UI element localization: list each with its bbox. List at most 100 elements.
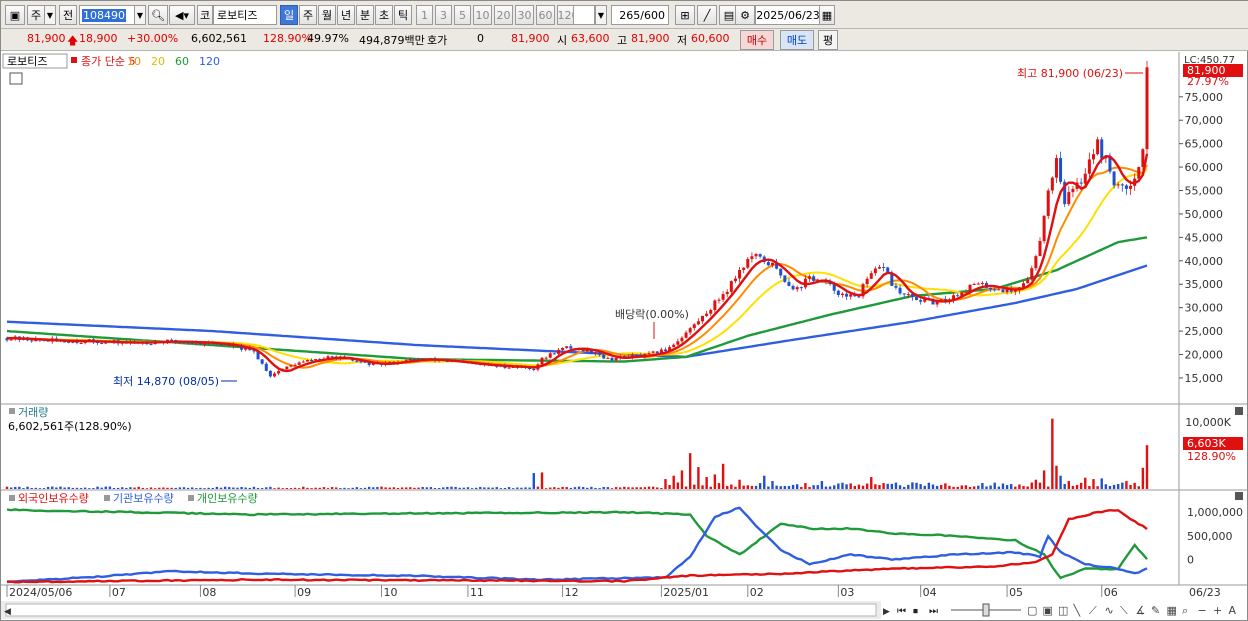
split-icon[interactable]: ◫ — [1058, 604, 1068, 617]
volume-bar — [915, 482, 918, 489]
candle — [705, 313, 709, 316]
volume-bar — [586, 487, 589, 489]
interval-60[interactable]: 60 — [536, 5, 555, 25]
stop-icon[interactable]: ⏹ — [913, 606, 918, 617]
fib-icon[interactable]: ⟋ — [1089, 604, 1097, 617]
eval-button[interactable]: 평 — [818, 30, 838, 50]
search-icon[interactable]: 🔍︎ — [148, 5, 168, 25]
scroll-right-icon[interactable]: ▶ — [883, 607, 890, 617]
calendar-icon[interactable]: ▦ — [819, 5, 835, 25]
x-tick-label: 04 — [923, 586, 937, 599]
buy-button[interactable]: 매수 — [740, 30, 774, 50]
chevron-down-icon[interactable]: ▼ — [44, 5, 56, 25]
interval-5[interactable]: 5 — [454, 5, 471, 25]
draw-icon[interactable]: ∿ — [1105, 604, 1114, 617]
interval-1[interactable]: 1 — [416, 5, 433, 25]
panel-maximize-icon[interactable] — [1235, 407, 1243, 415]
panel-maximize-icon[interactable] — [1235, 492, 1243, 500]
volume-bar — [1079, 482, 1083, 489]
volume-bar — [610, 488, 614, 489]
minus-icon[interactable]: − — [1198, 604, 1207, 617]
volume-bar — [680, 470, 684, 489]
period-2[interactable]: 월 — [318, 5, 336, 25]
volume-bar — [207, 487, 210, 489]
text-icon[interactable]: A — [1229, 604, 1237, 617]
copy-icon[interactable]: ▢ — [1027, 604, 1037, 617]
period-5[interactable]: 초 — [375, 5, 393, 25]
window-icon[interactable]: ▣ — [1043, 604, 1053, 617]
volume-bar — [779, 486, 782, 489]
chevron-down-icon[interactable]: ▼ — [134, 5, 146, 25]
volume-bar — [310, 488, 313, 489]
candle — [795, 287, 799, 290]
speaker-icon[interactable]: ◀▾ — [169, 5, 195, 25]
candle — [651, 351, 655, 353]
low-annotation: 최저 14,870 (08/05) — [113, 375, 219, 388]
prev-button[interactable]: 전 — [59, 5, 77, 25]
market-select[interactable]: 주 — [27, 5, 45, 25]
low-price: 60,600 — [691, 32, 730, 45]
volume-bar — [421, 486, 424, 489]
y-tick-label: 30,000 — [1185, 302, 1224, 315]
hoga-value: 0 — [477, 32, 484, 45]
volume-bar — [923, 485, 926, 489]
period-1[interactable]: 주 — [299, 5, 317, 25]
volume-bar — [948, 485, 951, 489]
interval-10[interactable]: 10 — [473, 5, 492, 25]
stock-chart[interactable]: 75,000 70,000 65,000 60,000 55,000 50,000 45,0… — [1, 52, 1247, 620]
volume-bar — [335, 487, 338, 489]
volume-bar — [516, 487, 519, 489]
code-input[interactable]: 108490 — [79, 5, 135, 25]
sell-button[interactable]: 매도 — [780, 30, 814, 50]
zoom-icon[interactable]: ⊞ — [675, 5, 695, 25]
chevron-down-icon[interactable]: ▼ — [595, 5, 607, 25]
pen-icon[interactable]: ✎ — [1151, 604, 1160, 617]
ownership-legend-0: 외국인보유수량 — [18, 492, 89, 505]
forward-icon[interactable]: ⏭ — [929, 606, 938, 617]
volume-bar — [952, 486, 955, 489]
volume-bar — [902, 486, 906, 489]
count-field[interactable]: 265/600 — [611, 5, 669, 25]
scrollbar-thumb[interactable] — [5, 603, 877, 617]
plus-icon[interactable]: + — [1213, 604, 1222, 617]
volume-bar — [182, 487, 186, 489]
search-icon[interactable]: ⌕ — [1182, 604, 1188, 617]
candle — [836, 290, 840, 296]
fibline-icon[interactable]: ⟍ — [1120, 604, 1128, 617]
volume-bar — [170, 487, 173, 489]
x-tick-label: 03 — [840, 586, 854, 599]
interval-20[interactable]: 20 — [494, 5, 513, 25]
volume-bar — [750, 485, 754, 489]
candle — [614, 358, 618, 361]
volume-bar — [907, 484, 910, 489]
volume-bar — [363, 487, 367, 489]
volume-bar — [359, 488, 363, 489]
volume-subtitle: 6,602,561주(128.90%) — [8, 420, 132, 433]
interval-30[interactable]: 30 — [515, 5, 534, 25]
candle — [779, 268, 783, 276]
volume-bar — [890, 483, 894, 489]
chart-icon[interactable]: ▦ — [1167, 604, 1177, 617]
gear-icon[interactable]: ⚙ — [735, 5, 755, 25]
period-6[interactable]: 틱 — [394, 5, 412, 25]
period-4[interactable]: 분 — [356, 5, 374, 25]
volume-bar — [549, 487, 552, 489]
volume-bar — [1047, 486, 1050, 489]
candle — [1087, 159, 1091, 174]
angle-icon[interactable]: ∡ — [1136, 604, 1146, 617]
volume-bar — [314, 487, 317, 489]
window-icon[interactable]: ▣ — [5, 5, 25, 25]
candle — [721, 294, 725, 300]
date-field[interactable]: 2025/06/23 — [755, 5, 821, 25]
rewind-icon[interactable]: ⏮ — [897, 606, 906, 617]
zoom-slider-handle[interactable] — [982, 603, 990, 617]
volume-bar — [524, 487, 527, 489]
volume-bar — [956, 486, 959, 489]
period-0[interactable]: 일 — [280, 5, 298, 25]
interval-3[interactable]: 3 — [435, 5, 452, 25]
line-tool-icon[interactable]: ╱ — [697, 5, 717, 25]
interval-custom[interactable] — [573, 5, 595, 25]
scroll-left-icon[interactable]: ◀ — [4, 607, 11, 617]
period-3[interactable]: 년 — [337, 5, 355, 25]
volume-bar — [413, 487, 416, 489]
